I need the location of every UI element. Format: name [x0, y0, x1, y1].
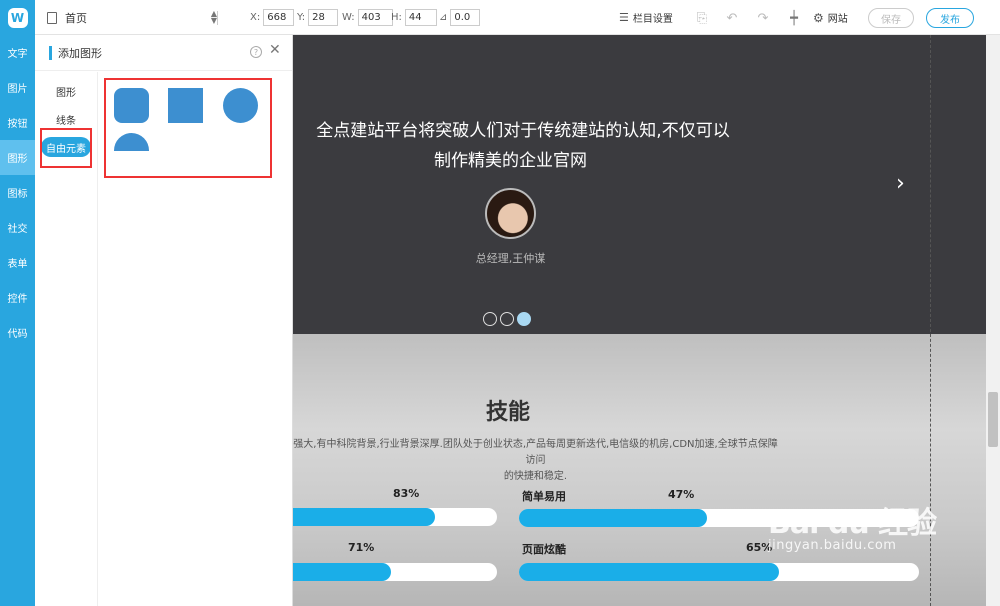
- skill-4-track: [519, 563, 919, 581]
- y-label: Y:: [297, 12, 306, 23]
- skill-3-fill: [293, 563, 392, 581]
- rail-item-text[interactable]: 文字: [0, 35, 35, 70]
- square-shape[interactable]: [168, 88, 203, 123]
- slider-dot-2[interactable]: [500, 312, 514, 326]
- w-field-group: W: 403: [342, 9, 393, 26]
- rail-item-icon[interactable]: 图标: [0, 175, 35, 210]
- column-settings-label: 栏目设置: [632, 14, 673, 25]
- close-icon[interactable]: ✕: [269, 42, 281, 58]
- h-input[interactable]: 44: [404, 9, 437, 26]
- y-input[interactable]: 28: [308, 9, 339, 26]
- slider-dot-3[interactable]: [517, 312, 531, 326]
- angle-field-group: ⊿ 0.0: [439, 9, 481, 26]
- site-button[interactable]: ⚙ 网站: [813, 0, 848, 35]
- app-logo[interactable]: W: [0, 0, 35, 35]
- w-label: W:: [342, 12, 355, 23]
- rail-item-form[interactable]: 表单: [0, 245, 35, 280]
- baidu-watermark: Bai du 经验 jingyan.baidu.com: [768, 498, 937, 553]
- skill-3-percent: 71%: [348, 541, 375, 554]
- redo-icon[interactable]: ↷: [755, 10, 771, 26]
- undo-icon[interactable]: ↶: [724, 10, 740, 26]
- gear-icon: ⚙: [813, 10, 824, 25]
- site-label: 网站: [827, 14, 848, 25]
- rail-item-code[interactable]: 代码: [0, 315, 35, 350]
- page-select[interactable]: 首页 ▲ ▼: [47, 8, 217, 28]
- help-icon[interactable]: ?: [250, 46, 262, 58]
- skills-description: 强大,有中科院背景,行业背景深厚.团队处于创业状态,产品每周更新迭代,电信级的机…: [293, 437, 778, 485]
- author-name: 总经理,王仲谋: [475, 252, 546, 265]
- h-field-group: H: 44: [391, 9, 437, 26]
- skills-desc-line2: 的快捷和稳定.: [503, 471, 568, 482]
- skill-3-track: [293, 563, 497, 581]
- rounded-square-shape[interactable]: [114, 88, 149, 123]
- skill-1-fill: [293, 508, 436, 526]
- copy-icon[interactable]: ⎘: [694, 10, 710, 26]
- skill-4-label: 页面炫酷: [522, 543, 566, 556]
- list-icon: ☰: [619, 11, 629, 24]
- chevron-right-icon[interactable]: ›: [896, 171, 905, 196]
- angle-icon: ⊿: [439, 12, 448, 23]
- y-field-group: Y: 28: [297, 9, 339, 26]
- rail-item-button[interactable]: 按钮: [0, 105, 35, 140]
- x-label: X:: [250, 12, 261, 23]
- align-icon[interactable]: ┿: [786, 10, 802, 26]
- add-shape-panel: 添加图形 ? ✕ 图形 线条 自由元素: [35, 35, 293, 606]
- skills-title: 技能: [485, 400, 530, 425]
- skill-2-percent: 47%: [668, 488, 695, 501]
- panel-header: 添加图形 ? ✕: [35, 35, 292, 71]
- x-field-group: X: 668: [250, 9, 295, 26]
- x-input[interactable]: 668: [263, 9, 295, 26]
- skills-desc-line1: 强大,有中科院背景,行业背景深厚.团队处于创业状态,产品每周更新迭代,电信级的机…: [293, 439, 778, 466]
- rail-item-image[interactable]: 图片: [0, 70, 35, 105]
- column-settings-button[interactable]: ☰ 栏目设置: [619, 0, 673, 35]
- rail-item-shape[interactable]: 图形: [0, 140, 35, 175]
- skill-2-label: 简单易用: [522, 490, 566, 503]
- slider-dots: [483, 312, 531, 326]
- left-rail: W 文字 图片 按钮 图形 图标 社交 表单 控件 代码: [0, 0, 35, 606]
- top-toolbar: 首页 ▲ ▼ X: 668 Y: 28 W: 403 H: 44 ⊿ 0.0 ☰ …: [35, 0, 1000, 35]
- w-input[interactable]: 403: [357, 9, 393, 26]
- author-avatar: [485, 188, 536, 239]
- skills-section[interactable]: 技能 强大,有中科院背景,行业背景深厚.团队处于创业状态,产品每周更新迭代,电信…: [293, 334, 986, 606]
- category-highlight-box: [40, 128, 92, 168]
- h-label: H:: [391, 12, 402, 23]
- rail-item-social[interactable]: 社交: [0, 210, 35, 245]
- circle-shape[interactable]: [223, 88, 258, 123]
- watermark-line1: Bai du 经验: [768, 506, 937, 541]
- category-shape[interactable]: 图形: [41, 81, 91, 101]
- toolbar-divider: [217, 11, 218, 25]
- panel-title-accent: [49, 46, 52, 60]
- skill-4-fill: [519, 563, 779, 581]
- testimonial-section[interactable]: 全点建站平台将突破人们对于传统建站的认知,不仅可以 制作精美的企业官网 总经理,…: [293, 35, 986, 334]
- skill-1-track: [293, 508, 497, 526]
- testimonial-quote-line1: 全点建站平台将突破人们对于传统建站的认知,不仅可以: [316, 121, 730, 141]
- angle-input[interactable]: 0.0: [450, 9, 481, 26]
- testimonial-quote-line2: 制作精美的企业官网: [434, 151, 587, 171]
- skill-2-fill: [519, 509, 707, 527]
- page-select-value: 首页: [65, 12, 87, 25]
- skill-1-percent: 83%: [393, 487, 420, 500]
- save-button[interactable]: 保存: [868, 8, 914, 28]
- page-scrollbar[interactable]: [986, 35, 1000, 606]
- logo-mark: W: [7, 7, 28, 28]
- slider-dot-1[interactable]: [483, 312, 497, 326]
- panel-title: 添加图形: [58, 47, 102, 60]
- rail-item-control[interactable]: 控件: [0, 280, 35, 315]
- page-icon: [47, 12, 57, 24]
- category-line[interactable]: 线条: [41, 109, 91, 129]
- scrollbar-thumb[interactable]: [988, 392, 998, 447]
- publish-button[interactable]: 发布: [926, 8, 974, 28]
